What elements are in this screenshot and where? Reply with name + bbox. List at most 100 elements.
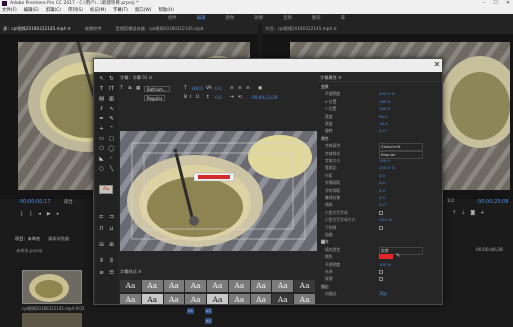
style-swatch[interactable]: Aa [141, 293, 163, 304]
property-value[interactable]: 100.0 [379, 158, 390, 164]
style-swatch[interactable]: Aa [294, 293, 315, 304]
property-checkbox[interactable] [379, 210, 383, 215]
font-family-dropdown[interactable]: Baltrum... [144, 86, 170, 92]
menu-help[interactable]: 帮助(H) [158, 7, 174, 14]
program-timecode[interactable]: 00;00;25;08 [478, 199, 509, 205]
sync-timecode-icon[interactable]: ⟲ [238, 95, 242, 100]
fill-color-swatch[interactable] [379, 254, 393, 260]
property-value[interactable]: 0.0 ° [379, 128, 388, 134]
font-size-value[interactable]: 100.0 [191, 86, 203, 91]
roll-crawl-icon[interactable]: ≣ [128, 86, 132, 91]
property-value[interactable]: 100.0 % [379, 165, 395, 171]
workspace-tab-editing[interactable]: 编辑 [197, 14, 206, 24]
clipped-corner-tool-icon[interactable]: ⬠ [97, 145, 106, 154]
wedge-tool-icon[interactable]: ◣ [97, 155, 106, 164]
align-top-icon[interactable]: ⊓ [97, 225, 106, 234]
project-clip-thumbnail-2[interactable] [22, 313, 82, 327]
property-section[interactable]: 描边 [318, 284, 442, 290]
style-swatch[interactable]: Aa [163, 293, 185, 304]
track-v1-source[interactable]: V1 [187, 308, 194, 314]
property-value[interactable]: 添加 [379, 291, 387, 297]
maximize-button[interactable]: ☐ [493, 0, 497, 7]
property-value[interactable]: 0.0 [379, 180, 385, 186]
tab-media-browser[interactable]: 媒体浏览器 [48, 236, 69, 244]
property-value[interactable]: 0.0 [379, 188, 385, 194]
style-swatch[interactable]: Aa [185, 293, 207, 304]
rotation-tool-icon[interactable]: ↻ [107, 75, 116, 84]
distribute-bottom-icon[interactable]: ☰ [107, 269, 116, 278]
property-value[interactable]: 16.4 [379, 121, 387, 127]
property-checkbox[interactable] [379, 270, 383, 274]
distribute-right-icon[interactable]: ⫼ [107, 257, 116, 266]
type-tool-icon[interactable]: T [97, 85, 106, 94]
vertical-path-type-tool-icon[interactable]: ∿ [107, 105, 116, 114]
area-type-tool-icon[interactable]: ▤ [97, 95, 106, 104]
track-a1-target[interactable]: A1 [205, 318, 212, 324]
pen-tool-icon[interactable]: ✒ [97, 115, 106, 124]
leading-value[interactable]: 0.0 [215, 95, 222, 100]
program-fit-dropdown[interactable]: 1/2 [447, 199, 454, 204]
style-swatch[interactable]: Aa [120, 280, 141, 292]
property-value[interactable]: 64.0 [379, 114, 387, 120]
property-value[interactable]: 100.5 [379, 106, 390, 112]
rounded-corner-tool-icon[interactable]: ◯ [107, 145, 116, 154]
style-swatch[interactable]: Aa [120, 293, 141, 304]
style-swatch[interactable]: Aa [163, 280, 185, 292]
menu-title[interactable]: 字幕(T) [113, 7, 128, 14]
new-title-icon[interactable]: T [120, 86, 123, 91]
menu-sequence[interactable]: 序列(S) [68, 7, 83, 14]
line-tool-icon[interactable]: ╲ [107, 165, 116, 174]
property-value[interactable]: 0.0 ° [379, 202, 388, 208]
project-clip-name[interactable]: cpl视频20180312145.mp4 9:03 [22, 306, 84, 312]
property-value[interactable]: 100.0 % [379, 91, 395, 97]
lift-icon[interactable]: ⇡ [452, 210, 456, 219]
show-background-video-icon[interactable]: ▣ [258, 86, 262, 91]
property-section[interactable]: 填充 [318, 239, 442, 245]
ellipse-tool-icon[interactable]: ○ [97, 165, 106, 174]
vertical-area-type-tool-icon[interactable]: ▥ [107, 95, 116, 104]
selection-tool-icon[interactable]: ↖ [97, 75, 106, 84]
align-left-icon[interactable]: ⊏ [97, 213, 106, 222]
workspace-tab-libraries[interactable]: 库 [341, 14, 345, 24]
style-swatch[interactable]: Aa [207, 293, 228, 304]
property-value[interactable]: 100 % [379, 262, 391, 268]
align-text-left-icon[interactable]: ≡ [230, 86, 234, 91]
align-bottom-icon[interactable]: ⊔ [107, 225, 116, 234]
menu-file[interactable]: 文件(F) [2, 7, 17, 14]
step-forward-icon[interactable]: ▸ [57, 211, 60, 219]
workspace-tab-graphics[interactable]: 图形 [312, 14, 321, 24]
arc-tool-icon[interactable]: ◜ [107, 155, 116, 164]
menu-marker[interactable]: 标记(M) [90, 7, 106, 14]
tab-source[interactable]: 源：cpl视频20180312145.mp4 ≡ [3, 24, 71, 34]
tab-project[interactable]: 项目：未命名 [15, 236, 40, 244]
vertical-type-tool-icon[interactable]: ⅠT [107, 85, 116, 94]
font-style-dropdown[interactable]: Regular [144, 95, 166, 101]
style-swatch[interactable]: Aa [250, 293, 272, 304]
title-properties-label[interactable]: 字幕属性 ≡ [318, 74, 442, 82]
play-icon[interactable]: ▶ [47, 211, 51, 219]
distribute-left-icon[interactable]: ⫴ [97, 257, 106, 266]
workspace-tab-assembly[interactable]: 组件 [168, 14, 177, 24]
dialog-close-icon[interactable]: ✕ [432, 60, 442, 70]
property-value[interactable]: 165.8 [379, 99, 390, 105]
align-text-right-icon[interactable]: ≡ [246, 86, 250, 91]
track-v1-target[interactable]: V1 [205, 308, 212, 314]
background-timecode[interactable]: 00;00;13;29 [252, 95, 278, 100]
workspace-tab-audio[interactable]: 音频 [283, 14, 292, 24]
extract-icon[interactable]: ⇣ [461, 210, 465, 219]
property-section[interactable]: 属性 [318, 136, 442, 142]
convert-anchor-tool-icon[interactable]: ⌃ [107, 125, 116, 134]
property-checkbox[interactable] [379, 277, 383, 282]
style-swatch[interactable]: Aa [185, 280, 207, 292]
align-center-icon[interactable]: ⊐ [107, 213, 116, 222]
path-type-tool-icon[interactable]: ℓ [97, 105, 106, 114]
menu-window[interactable]: 窗口(W) [135, 7, 152, 14]
menu-edit[interactable]: 编辑(E) [24, 7, 39, 14]
rectangle-tool-icon[interactable]: ▭ [97, 135, 106, 144]
title-canvas[interactable] [120, 131, 317, 251]
mark-out-icon[interactable]: } [29, 211, 32, 219]
tab-audio-clip-mixer[interactable]: 音频剪辑混合器：cpl视频20180312145.mp4 [116, 24, 204, 34]
add-anchor-tool-icon[interactable]: + [97, 125, 106, 134]
tab-effect-controls[interactable]: 效果控件 [85, 24, 102, 34]
style-swatch[interactable]: Aa [272, 280, 294, 292]
